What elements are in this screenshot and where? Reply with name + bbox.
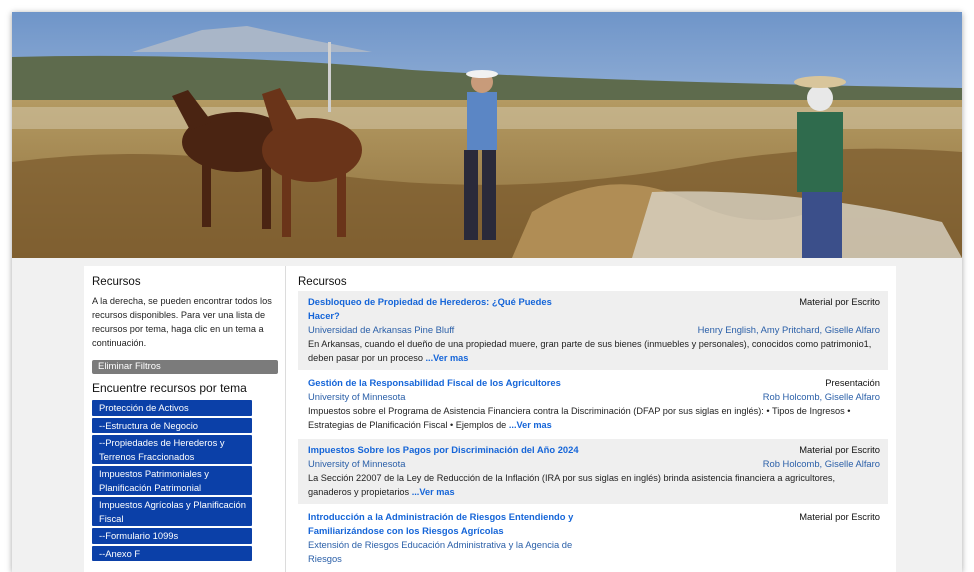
see-more-link[interactable]: ...Ver mas [412, 487, 455, 497]
resource-type: Material por Escrito [799, 444, 880, 455]
sidebar-title: Recursos [92, 276, 141, 288]
topics-heading: Encuentre recursos por tema [92, 381, 247, 395]
topic-estate-taxes[interactable]: Impuestos Patrimoniales y Planificación … [92, 466, 252, 495]
resource-item: Impuestos Sobre los Pagos por Discrimina… [298, 439, 888, 504]
resource-description-text: Impuestos sobre el Programa de Asistenci… [308, 406, 851, 430]
resources-title: Recursos [298, 276, 347, 288]
content-panel: Recursos A la derecha, se pueden encontr… [84, 266, 896, 572]
resource-title-link[interactable]: Gestión de la Responsabilidad Fiscal de … [308, 376, 561, 390]
resource-authors: Rob Holcomb, Giselle Alfaro [762, 458, 880, 469]
resource-description-text: La Sección 22007 de la Ley de Reducción … [308, 473, 836, 497]
resource-institution: Extensión de Riesgos Educación Administr… [308, 539, 573, 564]
resource-description: En Arkansas, cuando el dueño de una prop… [308, 337, 880, 365]
resources-list: Recursos Desbloqueo de Propiedad de Here… [286, 266, 896, 572]
topic-farm-taxes[interactable]: Impuestos Agrícolas y Planificación Fisc… [92, 497, 252, 526]
topic-form-1099s[interactable]: --Formulario 1099s [92, 528, 252, 544]
topic-business-structure[interactable]: --Estructura de Negocio [92, 417, 252, 433]
browser-page: Recursos A la derecha, se pueden encontr… [12, 12, 962, 572]
resource-item: Introducción a la Administración de Ries… [298, 506, 888, 571]
hero-banner-image [12, 12, 962, 258]
see-more-link[interactable]: ...Ver mas [426, 353, 469, 363]
resource-type: Material por Escrito [799, 296, 880, 307]
resource-item: Desbloqueo de Propiedad de Herederos: ¿Q… [298, 291, 888, 370]
resource-type: Material por Escrito [799, 511, 880, 522]
topic-schedule-f[interactable]: --Anexo F [92, 545, 252, 561]
resource-type: Presentación [825, 377, 880, 388]
topic-heirs-property[interactable]: --Propiedades de Herederos y Terrenos Fr… [92, 435, 252, 464]
resource-institution: Universidad de Arkansas Pine Bluff [308, 324, 455, 335]
resource-title-link[interactable]: Desbloqueo de Propiedad de Herederos: ¿Q… [308, 295, 580, 323]
resource-item: Gestión de la Responsabilidad Fiscal de … [298, 372, 888, 437]
resource-authors: Rob Holcomb, Giselle Alfaro [762, 391, 880, 402]
resource-institution: University of Minnesota [308, 458, 406, 469]
sidebar: Recursos A la derecha, se pueden encontr… [84, 266, 286, 572]
farm-scene-illustration [12, 12, 962, 258]
resource-authors: Henry English, Amy Pritchard, Giselle Al… [697, 324, 880, 335]
sidebar-description: A la derecha, se pueden encontrar todos … [92, 296, 272, 348]
topic-asset-protection[interactable]: Protección de Activos [92, 400, 252, 416]
resource-title-link[interactable]: Introducción a la Administración de Ries… [308, 510, 580, 538]
resource-institution: University of Minnesota [308, 391, 406, 402]
clear-filters-button[interactable]: Eliminar Filtros [92, 360, 278, 374]
resource-description-text: En Arkansas, cuando el dueño de una prop… [308, 339, 872, 363]
resource-description: Impuestos sobre el Programa de Asistenci… [308, 404, 880, 432]
resource-description: La Sección 22007 de la Ley de Reducción … [308, 471, 880, 499]
see-more-link[interactable]: ...Ver mas [509, 420, 552, 430]
resource-title-link[interactable]: Impuestos Sobre los Pagos por Discrimina… [308, 443, 579, 457]
